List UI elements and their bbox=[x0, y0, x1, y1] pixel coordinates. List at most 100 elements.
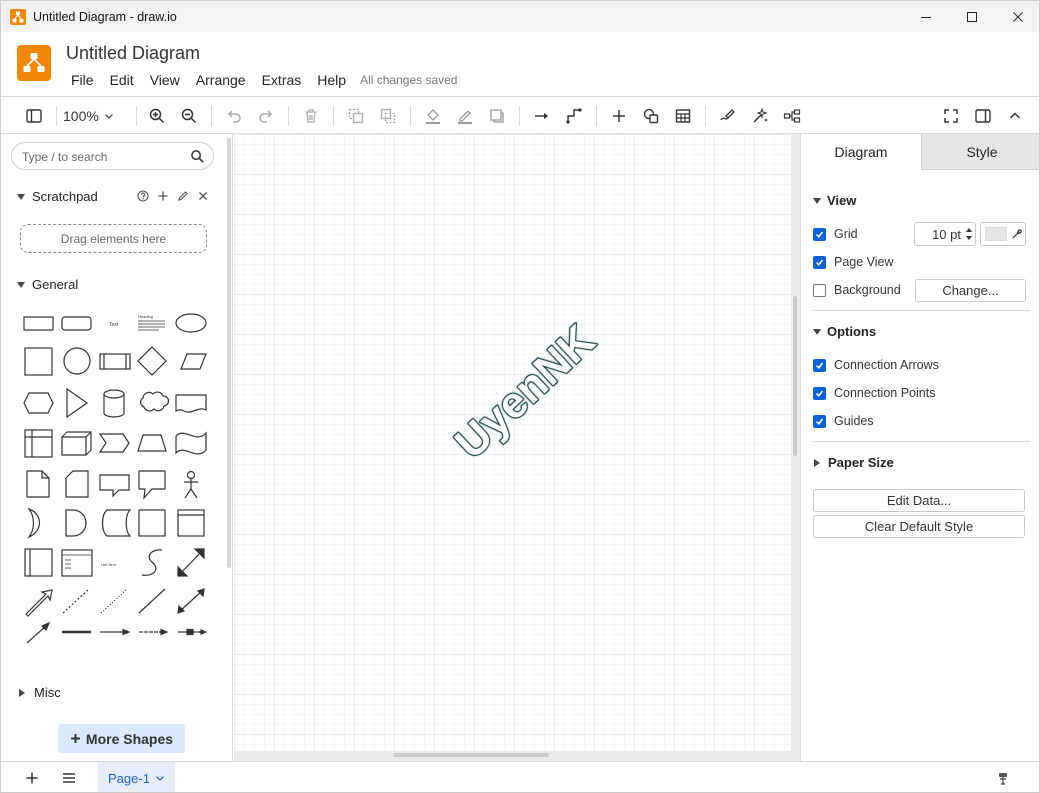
scratchpad-close-button[interactable] bbox=[193, 188, 213, 204]
view-section-header[interactable]: View bbox=[813, 193, 856, 208]
freehand-button[interactable] bbox=[715, 103, 741, 129]
connection-style-button[interactable] bbox=[529, 103, 555, 129]
arrow-connector-shape[interactable] bbox=[26, 621, 51, 644]
or-shape[interactable] bbox=[27, 507, 41, 539]
list-item-shape[interactable]: List Item bbox=[101, 562, 117, 567]
scratchpad-edit-button[interactable] bbox=[173, 188, 193, 204]
page-view-option[interactable]: Page View bbox=[813, 255, 894, 269]
redo-button[interactable] bbox=[253, 103, 279, 129]
sidebar-scrollbar[interactable] bbox=[227, 138, 231, 568]
guides-option[interactable]: Guides bbox=[813, 414, 874, 428]
grid-option[interactable]: Grid bbox=[813, 227, 858, 241]
square-shape[interactable] bbox=[24, 347, 53, 376]
canvas-horizontal-scrollbar[interactable] bbox=[393, 753, 549, 757]
textbox-shape[interactable]: Heading bbox=[138, 314, 165, 331]
shapes-button[interactable] bbox=[638, 103, 664, 129]
document-shape[interactable] bbox=[175, 394, 207, 413]
more-shapes-button[interactable]: More Shapes bbox=[58, 724, 185, 753]
change-background-button[interactable]: Change... bbox=[915, 279, 1026, 302]
internal-storage-shape[interactable] bbox=[24, 429, 53, 458]
shadow-button[interactable] bbox=[484, 103, 510, 129]
add-page-button[interactable] bbox=[22, 768, 42, 788]
grid-color-picker[interactable] bbox=[980, 222, 1026, 246]
step-shape[interactable] bbox=[98, 433, 130, 453]
wordart-text-shape[interactable]: UyenNK bbox=[415, 295, 635, 495]
ai-generate-button[interactable] bbox=[747, 103, 773, 129]
pages-menu-button[interactable] bbox=[59, 768, 79, 788]
dashed-line-shape[interactable] bbox=[62, 588, 90, 614]
bug-report-button[interactable] bbox=[993, 768, 1013, 788]
zoom-out-button[interactable] bbox=[176, 103, 202, 129]
canvas-vertical-scrollbar[interactable] bbox=[793, 296, 797, 456]
zoom-dropdown[interactable]: 100% bbox=[63, 105, 114, 127]
page-tab-page-1[interactable]: Page-1 bbox=[98, 762, 175, 792]
rectangle-shape[interactable] bbox=[23, 316, 54, 331]
diagram-canvas[interactable]: UyenNK bbox=[234, 134, 800, 761]
circle-shape[interactable] bbox=[63, 347, 91, 375]
table-button[interactable] bbox=[670, 103, 696, 129]
ellipse-shape[interactable] bbox=[175, 313, 207, 333]
double-arrow-line-shape[interactable] bbox=[177, 588, 205, 614]
mermaid-diagram-button[interactable] bbox=[779, 103, 805, 129]
background-option[interactable]: Background bbox=[813, 283, 901, 297]
scratchpad-dropzone[interactable]: Drag elements here bbox=[20, 224, 207, 253]
vertical-container-shape[interactable] bbox=[24, 548, 53, 577]
diamond-shape[interactable] bbox=[137, 346, 167, 376]
undo-button[interactable] bbox=[221, 103, 247, 129]
dotted-line-shape[interactable] bbox=[100, 588, 128, 614]
options-section-header[interactable]: Options bbox=[813, 324, 876, 339]
cube-shape[interactable] bbox=[61, 431, 92, 456]
menu-edit[interactable]: Edit bbox=[102, 72, 142, 88]
to-back-button[interactable] bbox=[375, 103, 401, 129]
connection-points-checkbox[interactable] bbox=[813, 386, 826, 400]
link-connector-shape[interactable] bbox=[178, 628, 208, 636]
clear-default-style-button[interactable]: Clear Default Style bbox=[813, 515, 1025, 538]
connection-arrows-option[interactable]: Connection Arrows bbox=[813, 358, 939, 372]
swimlane-shape[interactable] bbox=[177, 509, 205, 537]
note-shape[interactable] bbox=[26, 470, 50, 498]
rounded-rectangle-shape[interactable] bbox=[61, 316, 92, 331]
shape-search-input[interactable] bbox=[22, 148, 182, 165]
fullscreen-button[interactable] bbox=[938, 103, 964, 129]
search-icon[interactable] bbox=[190, 149, 205, 164]
diagram-page[interactable]: UyenNK bbox=[234, 134, 791, 751]
paper-size-section-header[interactable]: Paper Size bbox=[813, 455, 894, 470]
callout-shape[interactable] bbox=[99, 474, 130, 498]
toggle-format-panel-button[interactable] bbox=[21, 103, 47, 129]
tab-style[interactable]: Style bbox=[921, 134, 1039, 170]
document-title[interactable]: Untitled Diagram bbox=[66, 43, 200, 64]
close-window-button[interactable] bbox=[995, 1, 1039, 32]
speech-bubble-shape[interactable] bbox=[138, 470, 166, 500]
insert-button[interactable] bbox=[606, 103, 632, 129]
data-storage-shape[interactable] bbox=[101, 509, 132, 537]
menu-extras[interactable]: Extras bbox=[254, 72, 310, 88]
bidirectional-arrow-shape[interactable] bbox=[177, 548, 205, 577]
tab-diagram[interactable]: Diagram bbox=[801, 134, 921, 170]
scratchpad-help-button[interactable] bbox=[133, 188, 153, 204]
edit-data-button[interactable]: Edit Data... bbox=[813, 489, 1025, 512]
connection-arrows-checkbox[interactable] bbox=[813, 358, 826, 372]
block-arrow-shape[interactable] bbox=[25, 589, 53, 617]
trapezoid-shape[interactable] bbox=[137, 434, 167, 452]
actor-shape[interactable] bbox=[184, 470, 198, 499]
container-shape[interactable] bbox=[138, 509, 166, 537]
card-shape[interactable] bbox=[65, 470, 89, 498]
triangle-shape[interactable] bbox=[66, 387, 89, 419]
general-header[interactable]: General bbox=[17, 277, 78, 292]
delay-shape[interactable] bbox=[65, 509, 87, 537]
cylinder-shape[interactable] bbox=[103, 389, 125, 418]
misc-header[interactable]: Misc bbox=[17, 685, 61, 700]
menu-file[interactable]: File bbox=[63, 72, 102, 88]
curve-connector-shape[interactable] bbox=[141, 549, 163, 576]
to-front-button[interactable] bbox=[343, 103, 369, 129]
parallelogram-shape[interactable] bbox=[180, 353, 207, 370]
process-shape[interactable] bbox=[99, 353, 131, 370]
connection-points-option[interactable]: Connection Points bbox=[813, 386, 935, 400]
line-shape[interactable] bbox=[138, 588, 166, 614]
fill-color-button[interactable] bbox=[420, 103, 446, 129]
grid-checkbox[interactable] bbox=[813, 227, 826, 241]
text-shape[interactable]: Text bbox=[109, 322, 119, 328]
waypoints-button[interactable] bbox=[561, 103, 587, 129]
menu-view[interactable]: View bbox=[142, 72, 188, 88]
format-panel-button[interactable] bbox=[970, 103, 996, 129]
